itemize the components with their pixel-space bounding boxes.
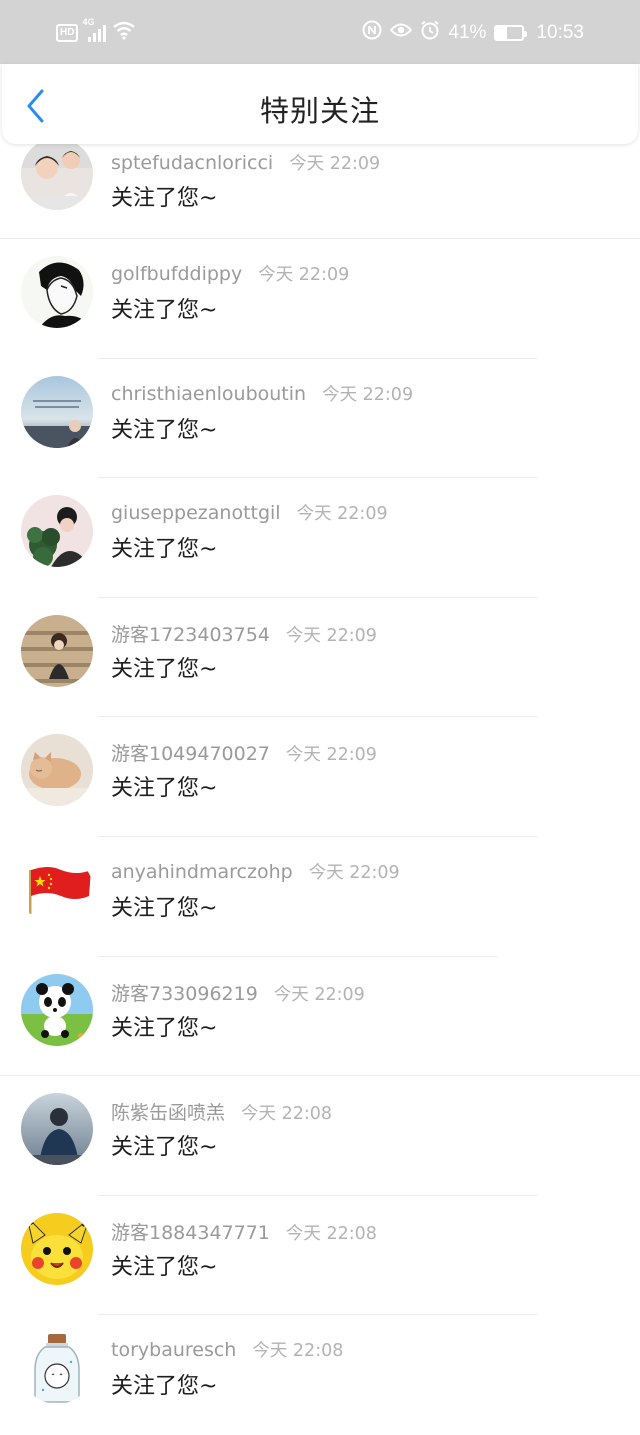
name-line: 游客733096219 今天 22:09 (111, 979, 365, 1006)
hd-icon: HD (56, 23, 79, 42)
name-line: torybauresch 今天 22:08 (111, 1337, 343, 1362)
status-bar: HD 4G 41% 10:53 (0, 0, 640, 64)
battery-percent: 41% (448, 22, 487, 43)
notification-message: 关注了您~ (111, 1254, 218, 1280)
timestamp: 今天 22:09 (308, 862, 400, 883)
notification-message: 关注了您~ (111, 1374, 218, 1400)
avatar[interactable] (21, 1212, 93, 1285)
avatar[interactable] (21, 375, 93, 448)
timestamp: 今天 22:09 (289, 154, 381, 174)
header-bar: 特别关注 (2, 64, 638, 144)
list-item[interactable]: 陈紫缶函喷羔 今天 22:08 关注了您~ (0, 1076, 640, 1196)
username[interactable]: giuseppezanottgil (111, 502, 281, 524)
timestamp: 今天 22:09 (285, 745, 377, 766)
alarm-icon (420, 20, 440, 46)
username[interactable]: 游客1049470027 (111, 743, 270, 765)
timestamp: 今天 22:09 (296, 504, 388, 525)
avatar[interactable] (21, 495, 93, 568)
timestamp: 今天 22:09 (273, 984, 365, 1005)
username[interactable]: torybauresch (111, 1339, 236, 1361)
notification-message: 关注了您~ (111, 417, 218, 443)
timestamp: 今天 22:08 (285, 1223, 377, 1244)
battery-icon (494, 25, 528, 41)
name-line: golfbufddippy 今天 22:09 (111, 261, 349, 286)
avatar[interactable] (21, 853, 93, 926)
list-item[interactable]: golfbufddippy 今天 22:09 关注了您~ (0, 239, 640, 359)
status-time: 10:53 (536, 22, 584, 43)
avatar[interactable] (21, 734, 93, 807)
avatar[interactable] (21, 973, 93, 1046)
list-item[interactable]: 游客1723403754 今天 22:09 关注了您~ (0, 598, 640, 718)
notification-message: 关注了您~ (111, 895, 218, 921)
username[interactable]: sptefudacnloricci (111, 152, 273, 174)
notification-message: 关注了您~ (111, 1015, 218, 1041)
name-line: sptefudacnloricci 今天 22:09 (111, 150, 380, 175)
list-item[interactable]: christhiaenlouboutin 今天 22:09 关注了您~ (0, 359, 640, 479)
name-line: 游客1723403754 今天 22:09 (111, 620, 377, 647)
list-item[interactable]: torybauresch 今天 22:08 关注了您~ (0, 1315, 640, 1435)
username[interactable]: 游客1723403754 (111, 624, 270, 646)
avatar[interactable] (21, 614, 93, 687)
list-item[interactable]: giuseppezanottgil 今天 22:09 关注了您~ (0, 478, 640, 598)
avatar[interactable] (21, 138, 93, 210)
notification-message: 关注了您~ (111, 537, 218, 563)
notification-message: 关注了您~ (111, 1135, 218, 1161)
battery-fill (496, 27, 508, 39)
name-line: anyahindmarczohp 今天 22:09 (111, 859, 400, 884)
username[interactable]: christhiaenlouboutin (111, 383, 306, 405)
list-item[interactable]: 游客733096219 今天 22:09 关注了您~ (0, 957, 640, 1077)
page-title: 特别关注 (259, 94, 380, 128)
wifi-icon (112, 20, 136, 45)
username[interactable]: anyahindmarczohp (111, 861, 293, 883)
list-item[interactable]: 游客1884347771 今天 22:08 关注了您~ (0, 1196, 640, 1316)
name-line: christhiaenlouboutin 今天 22:09 (111, 381, 413, 406)
list-item[interactable]: 游客1049470027 今天 22:09 关注了您~ (0, 717, 640, 837)
notification-message: 关注了您~ (111, 298, 218, 323)
timestamp: 今天 22:08 (252, 1341, 344, 1362)
timestamp: 今天 22:09 (322, 384, 414, 405)
avatar[interactable] (21, 256, 93, 328)
username[interactable]: 游客1884347771 (111, 1222, 270, 1244)
notification-list: sptefudacnloricci 今天 22:09 关注了您~ golfbufd… (0, 126, 640, 1435)
notification-message: 关注了您~ (111, 776, 218, 802)
notification-message: 关注了您~ (111, 186, 218, 211)
username[interactable]: golfbufddippy (111, 263, 242, 285)
name-line: 游客1884347771 今天 22:08 (111, 1218, 377, 1245)
avatar[interactable] (21, 1093, 93, 1166)
eye-icon (390, 22, 413, 44)
timestamp: 今天 22:09 (285, 625, 377, 646)
username[interactable]: 陈紫缶函喷羔 (111, 1102, 225, 1124)
notification-message: 关注了您~ (111, 656, 218, 682)
timestamp: 今天 22:08 (241, 1104, 333, 1125)
timestamp: 今天 22:09 (258, 265, 350, 285)
name-line: 陈紫缶函喷羔 今天 22:08 (111, 1098, 332, 1125)
username[interactable]: 游客733096219 (111, 983, 258, 1005)
avatar[interactable] (21, 1332, 93, 1405)
name-line: giuseppezanottgil 今天 22:09 (111, 500, 388, 525)
signal-icon: 4G (82, 17, 107, 43)
list-item[interactable]: anyahindmarczohp 今天 22:09 关注了您~ (0, 837, 640, 957)
name-line: 游客1049470027 今天 22:09 (111, 739, 377, 766)
nfc-icon (362, 20, 382, 46)
